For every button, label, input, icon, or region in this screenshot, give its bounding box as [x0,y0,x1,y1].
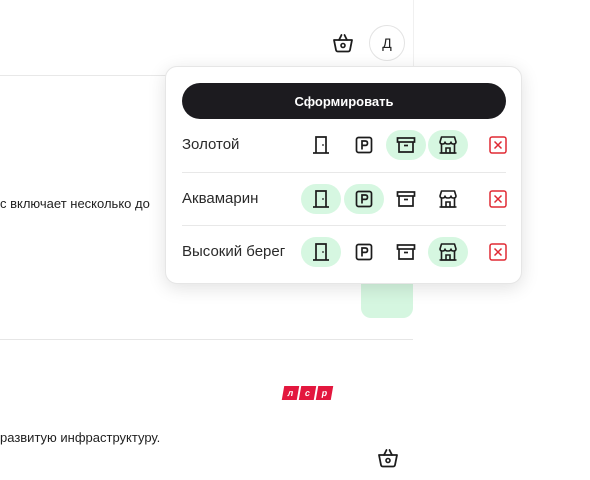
shop-icon [439,136,457,154]
storage-toggle[interactable] [386,130,426,160]
logo-letter: л [281,386,300,400]
storage-box-icon [396,244,416,260]
header-bar: Д [0,0,414,76]
basket-icon[interactable] [377,448,399,468]
remove-icon [489,190,507,208]
parking-icon [355,136,373,154]
page: Д с включает несколько до л с р развитую… [0,0,590,480]
door-toggle[interactable] [301,184,341,214]
door-toggle[interactable] [301,130,341,160]
project-row: Золотой [182,119,507,172]
storage-toggle[interactable] [386,237,426,267]
storage-toggle[interactable] [386,184,426,214]
remove-button[interactable] [485,130,511,160]
project-name: Высокий берег [182,243,286,260]
storage-box-icon [396,137,416,153]
project-row: Аквамарин [182,172,507,225]
door-icon [313,190,329,208]
parking-toggle[interactable] [344,130,384,160]
remove-button[interactable] [485,184,511,214]
parking-icon [355,190,373,208]
lsr-logo: л с р [281,386,334,400]
door-icon [313,243,329,261]
parking-toggle[interactable] [344,184,384,214]
logo-letter: с [298,386,317,400]
shop-icon [439,190,457,208]
remove-button[interactable] [485,237,511,267]
project-name: Аквамарин [182,190,259,207]
door-toggle[interactable] [301,237,341,267]
parking-toggle[interactable] [344,237,384,267]
basket-icon[interactable] [332,33,354,53]
description-fragment: с включает несколько до [0,196,150,211]
storage-box-icon [396,191,416,207]
shop-toggle[interactable] [428,237,468,267]
remove-icon [489,136,507,154]
project-name: Золотой [182,136,240,153]
shop-toggle[interactable] [428,130,468,160]
parking-icon [355,243,373,261]
logo-letter: р [315,386,334,400]
shop-icon [439,243,457,261]
avatar[interactable]: Д [369,25,405,61]
form-button[interactable]: Сформировать [182,83,506,119]
divider [0,339,413,340]
compare-popover: Сформировать Золотой Аквамарин Высокий б… [165,66,522,284]
shop-toggle[interactable] [428,184,468,214]
project-row: Высокий берег [182,225,507,278]
door-icon [313,136,329,154]
description-fragment: развитую инфраструктуру. [0,430,161,445]
remove-icon [489,243,507,261]
